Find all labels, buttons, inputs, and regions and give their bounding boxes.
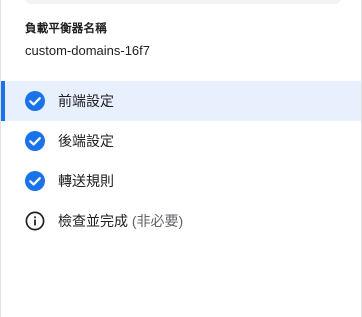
step-review-and-finalize[interactable]: 檢查並完成 (非必要) xyxy=(1,201,361,241)
check-circle-icon xyxy=(25,131,45,151)
step-label: 檢查並完成 (非必要) xyxy=(58,212,183,230)
check-circle-icon xyxy=(25,91,45,111)
load-balancer-name-label: 負載平衡器名稱 xyxy=(25,23,107,35)
info-icon xyxy=(25,211,45,231)
optional-note: (非必要) xyxy=(131,213,184,229)
top-input-field-edge xyxy=(25,0,341,4)
step-backend-config[interactable]: 後端設定 xyxy=(1,121,361,161)
step-label: 後端設定 xyxy=(58,133,114,149)
step-list: 前端設定 後端設定 轉送規則 檢查並完成 (非必要) xyxy=(1,81,361,241)
step-label-text: 檢查並完成 xyxy=(58,213,128,229)
step-routing-rules[interactable]: 轉送規則 xyxy=(1,161,361,201)
step-label: 前端設定 xyxy=(58,93,114,109)
load-balancer-steps-panel: 負載平衡器名稱 custom-domains-16f7 前端設定 後端設定 轉送… xyxy=(0,0,362,317)
load-balancer-name-section: 負載平衡器名稱 custom-domains-16f7 xyxy=(25,22,150,59)
load-balancer-name-value: custom-domains-16f7 xyxy=(25,43,150,58)
check-circle-icon xyxy=(25,171,45,191)
step-label: 轉送規則 xyxy=(58,173,114,189)
step-frontend-config[interactable]: 前端設定 xyxy=(1,81,361,121)
